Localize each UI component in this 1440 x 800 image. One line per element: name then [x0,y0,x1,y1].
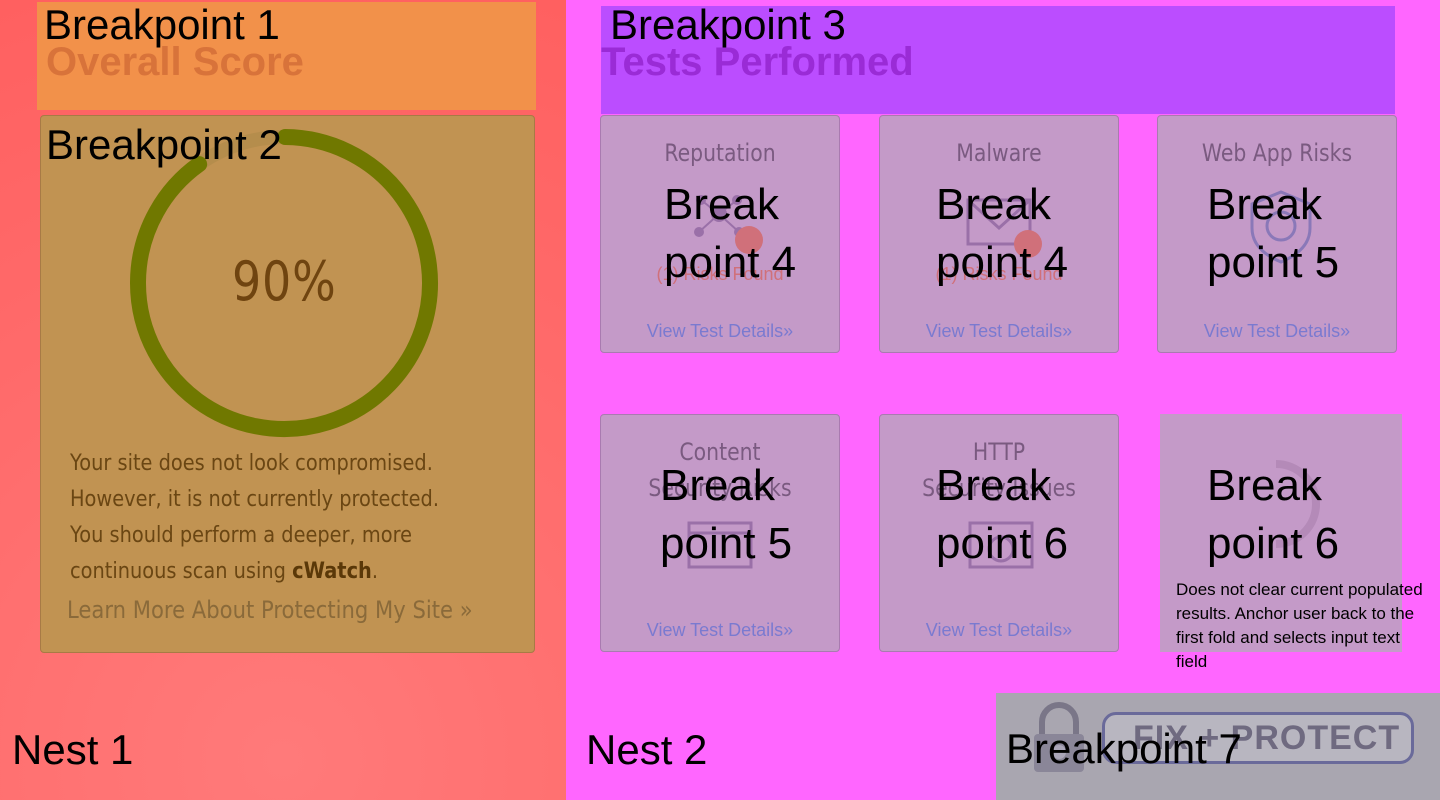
view-test-details-link[interactable]: View Test Details» [880,321,1118,342]
view-test-details-link[interactable]: View Test Details» [601,620,839,641]
description-line: Your site does not look compromised. [70,451,433,476]
tests-performed-title: Tests Performed [601,40,914,84]
breakpoint-6-label: Break point 6 [1207,461,1340,568]
breakpoint-5-label: Break point 5 [660,461,793,568]
cwatch-product-name: cWatch [292,559,372,584]
breakpoint-2-label: Breakpoint 2 [46,121,282,168]
view-test-details-link[interactable]: View Test Details» [880,620,1118,641]
breakpoint-7-label: Breakpoint 7 [1006,725,1242,772]
breakpoint-4-label: Break point 4 [664,180,797,287]
card-title: Malware [956,139,1042,167]
score-percentage: 90% [232,250,337,313]
view-test-details-link[interactable]: View Test Details» [601,321,839,342]
description-line: continuous scan using cWatch. [70,554,457,590]
breakpoint-4-label: Break point 4 [936,180,1069,287]
score-description: Your site does not look compromised. How… [70,446,457,590]
description-text: continuous scan using [70,559,293,584]
rescan-note: Does not clear current populated results… [1176,580,1423,671]
description-line: However, it is not currently protected. [70,487,439,512]
card-title: Reputation [664,139,776,167]
nest-1-label: Nest 1 [12,726,134,773]
nest-2-label: Nest 2 [586,726,708,773]
breakpoint-5-label: Break point 5 [1207,180,1340,287]
breakpoint-6-label: Break point 6 [936,461,1069,568]
description-period: . [371,559,378,584]
learn-more-link[interactable]: Learn More About Protecting My Site » [67,596,473,624]
view-test-details-link[interactable]: View Test Details» [1158,321,1396,342]
description-line: You should perform a deeper, more [70,523,413,548]
card-title: Web App Risks [1201,139,1353,167]
